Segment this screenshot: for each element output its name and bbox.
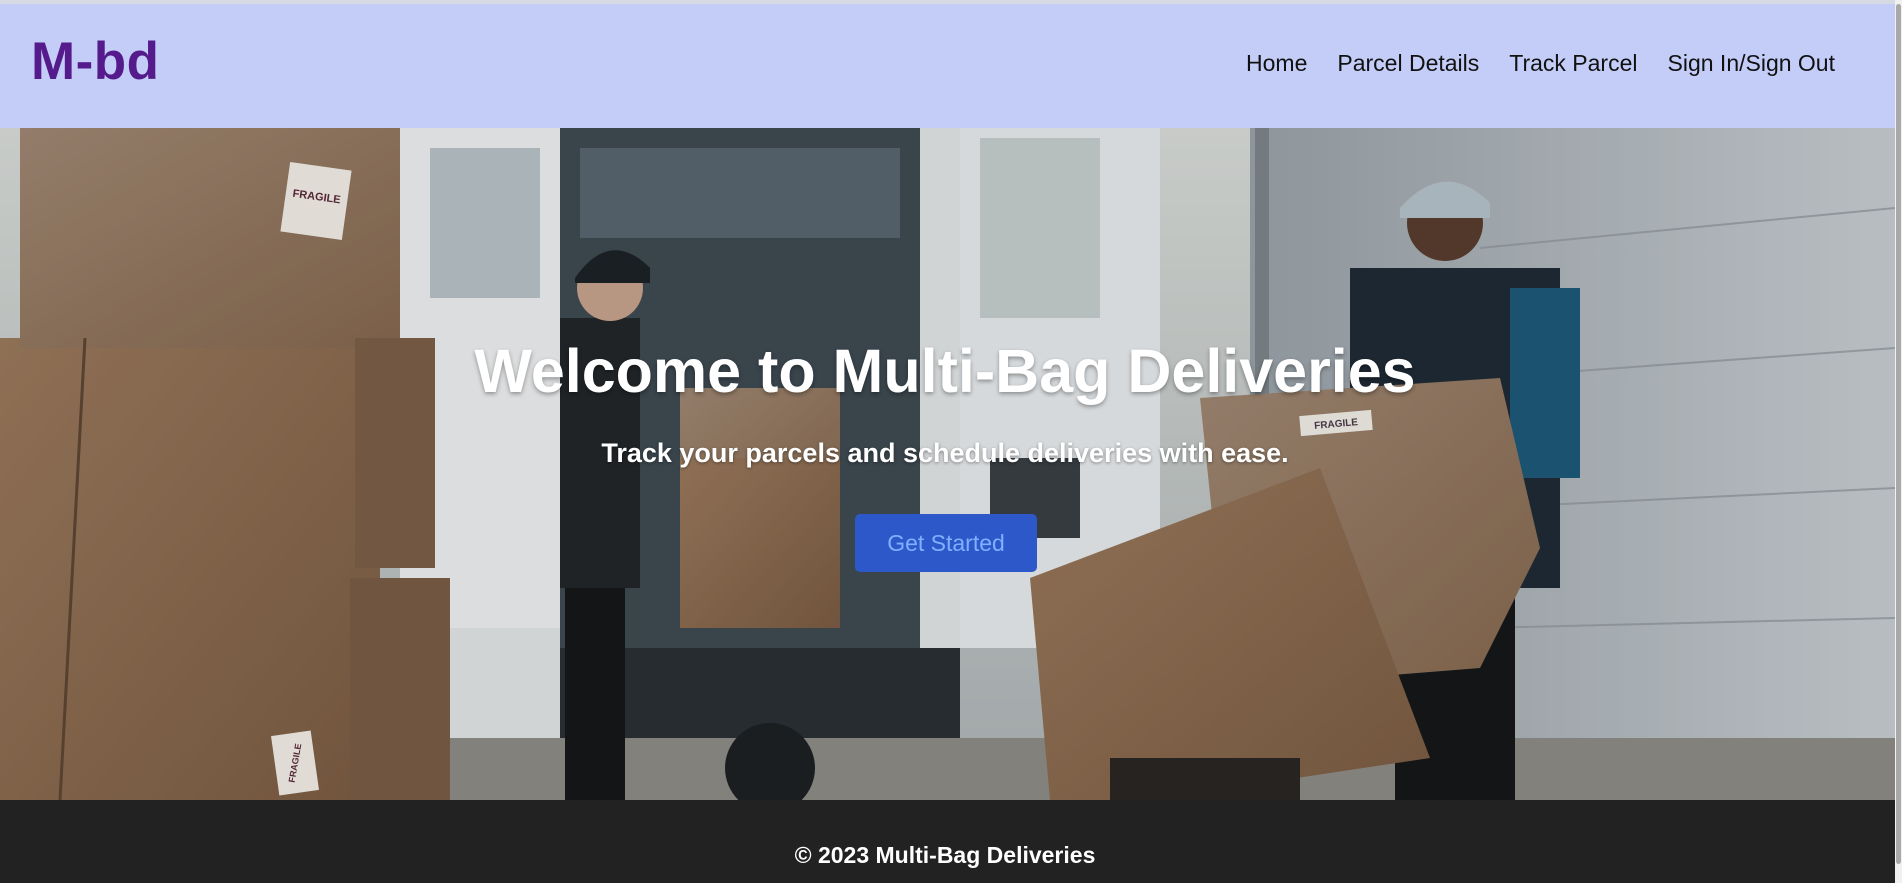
hero-content: Welcome to Multi-Bag Deliveries Track yo… <box>0 128 1895 800</box>
brand-logo[interactable]: M-bd <box>31 35 160 88</box>
nav-link-parcel-details[interactable]: Parcel Details <box>1337 52 1479 75</box>
nav-link-sign-in-out[interactable]: Sign In/Sign Out <box>1668 52 1836 75</box>
footer: © 2023 Multi-Bag Deliveries <box>0 800 1895 883</box>
nav-link-track-parcel[interactable]: Track Parcel <box>1509 52 1637 75</box>
nav-link-home[interactable]: Home <box>1246 52 1307 75</box>
get-started-button[interactable]: Get Started <box>855 514 1037 572</box>
vertical-scrollbar[interactable] <box>1895 0 1902 883</box>
navbar: M-bd Home Parcel Details Track Parcel Si… <box>0 4 1895 128</box>
scrollbar-thumb[interactable] <box>1896 4 1901 864</box>
hero-subtitle: Track your parcels and schedule deliveri… <box>601 438 1289 468</box>
hero-title: Welcome to Multi-Bag Deliveries <box>474 337 1416 405</box>
main-nav: Home Parcel Details Track Parcel Sign In… <box>1246 52 1835 75</box>
hero-section: FRAGILE FRAGILE FRAGILE Welcome to Multi… <box>0 128 1895 800</box>
page: M-bd Home Parcel Details Track Parcel Si… <box>0 0 1902 883</box>
footer-copyright: © 2023 Multi-Bag Deliveries <box>794 842 1096 868</box>
